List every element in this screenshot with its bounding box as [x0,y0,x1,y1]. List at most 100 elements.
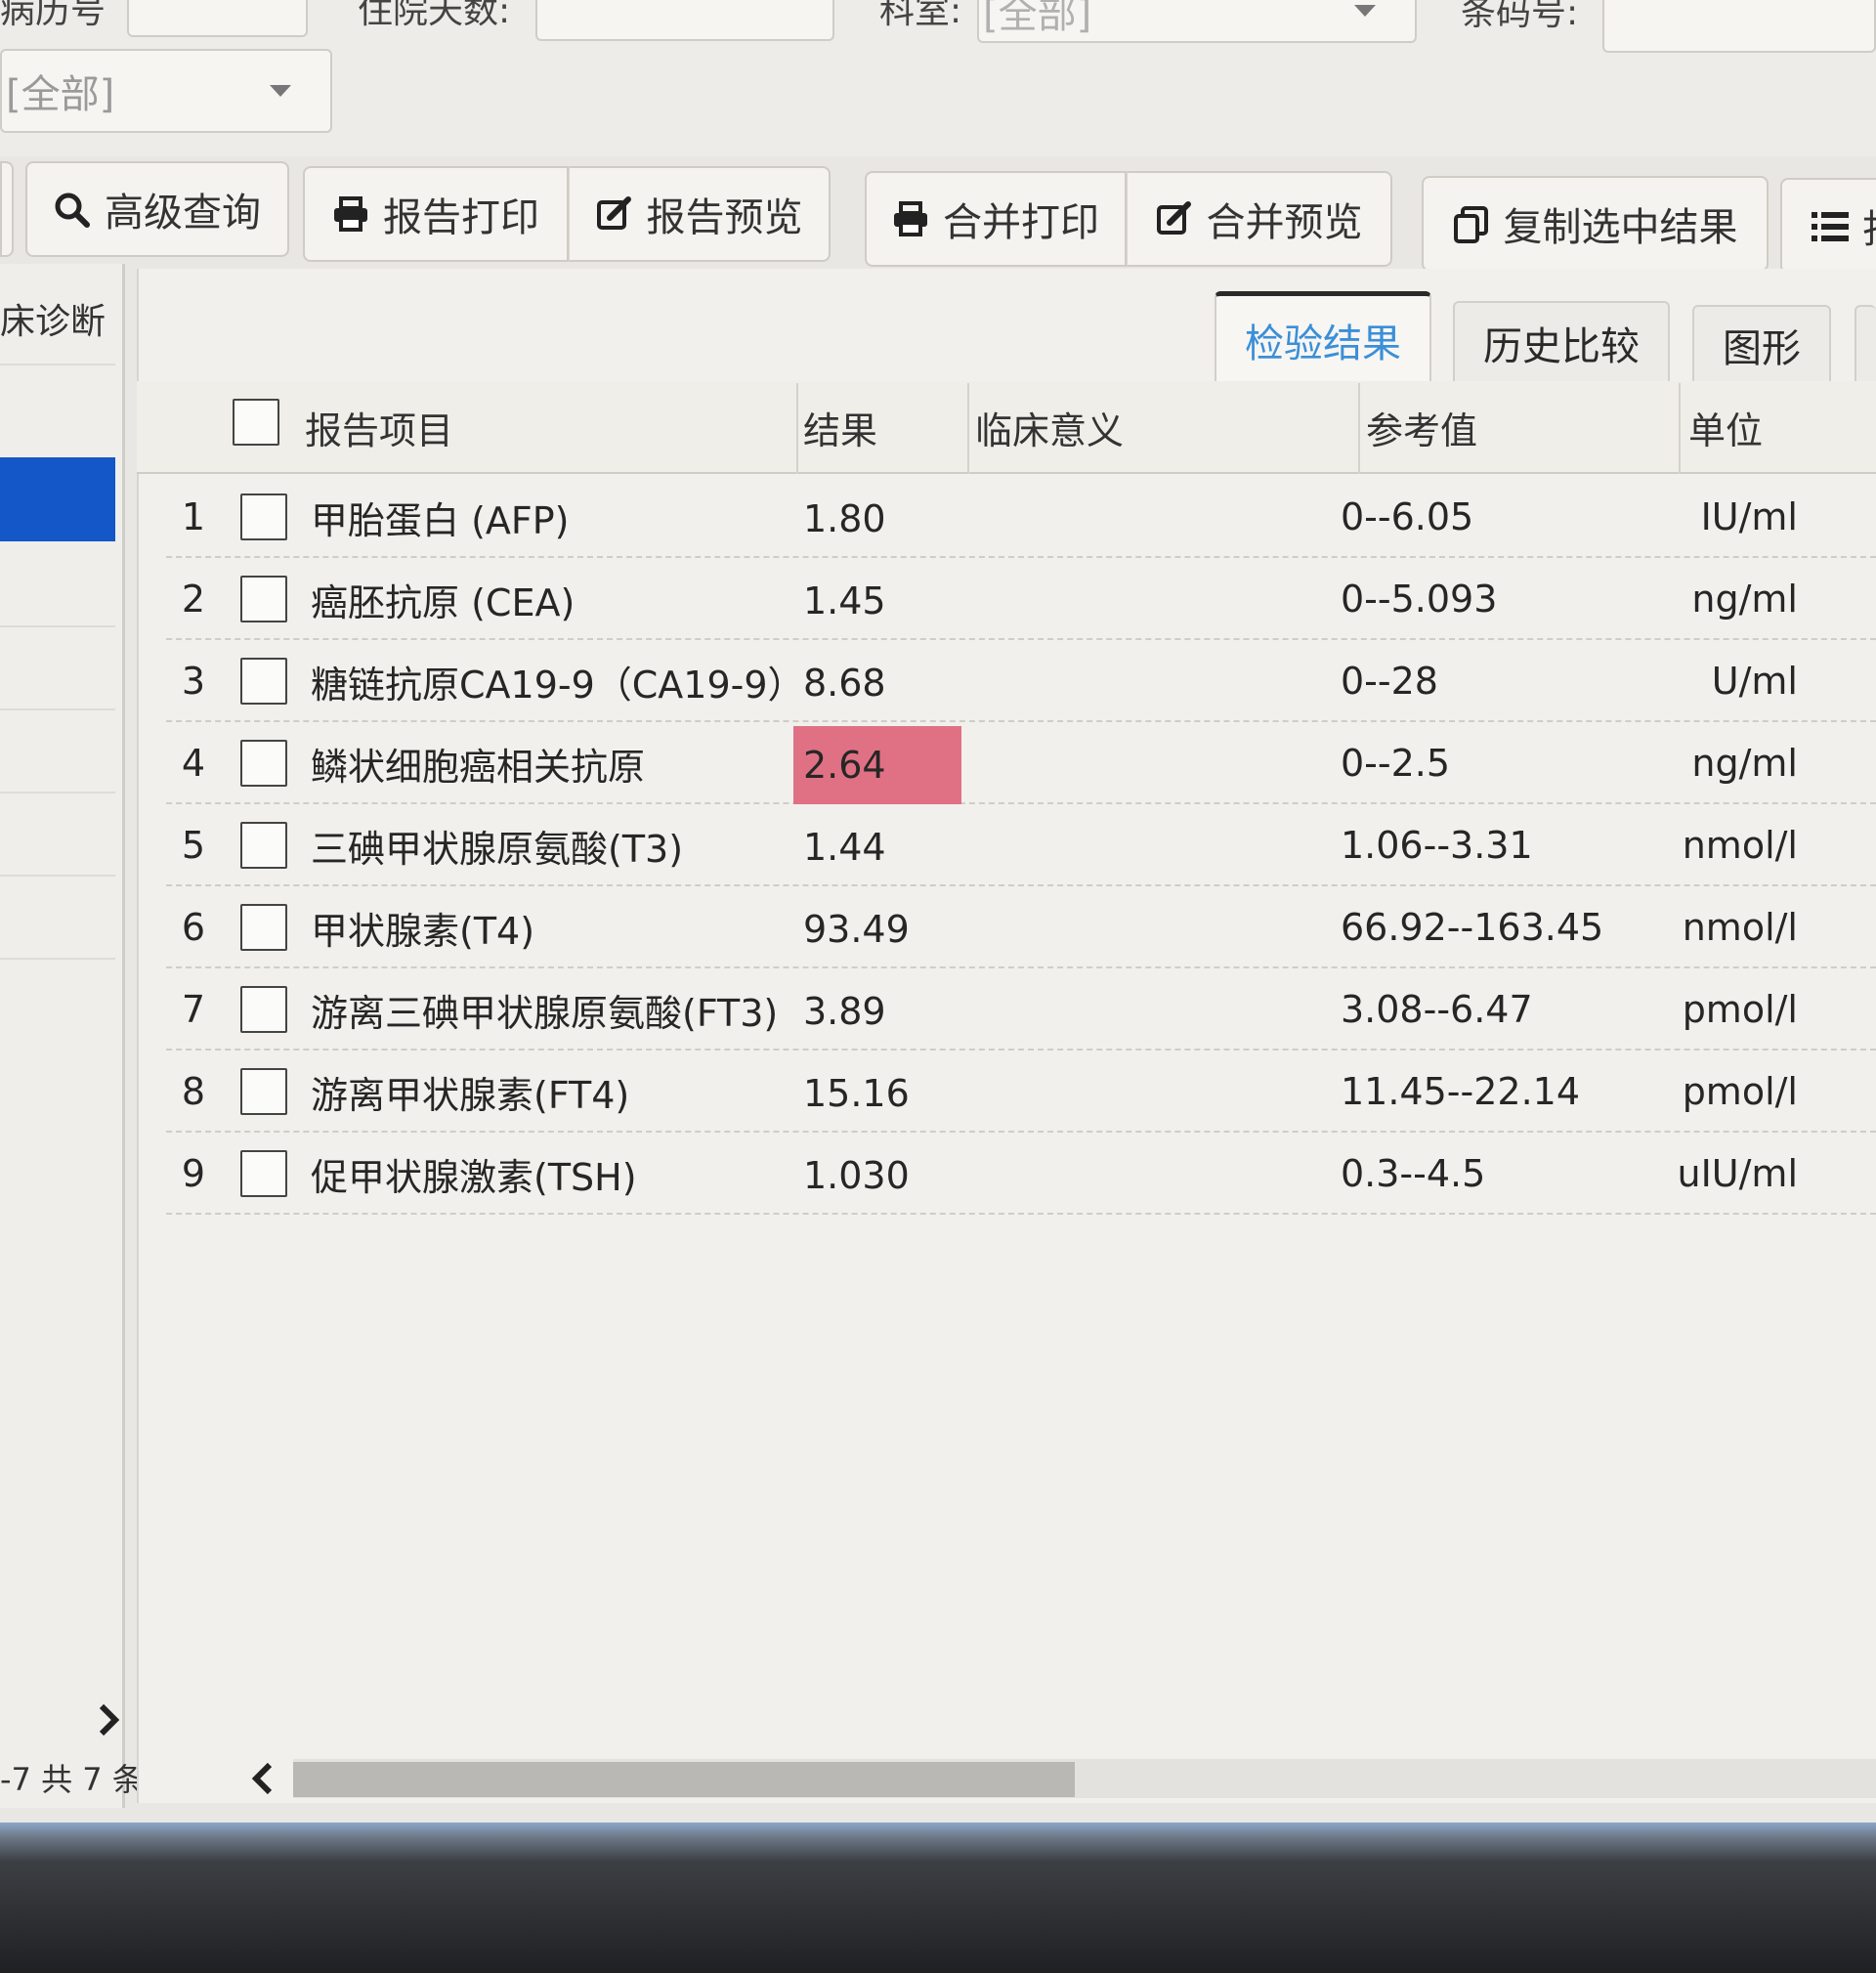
tab-test-results[interactable]: 检验结果 [1215,291,1431,383]
left-column-header: 床诊断 [0,302,107,342]
chevron-down-icon [1354,5,1376,17]
cell-reference: 0.3--4.5 [1341,1152,1486,1195]
report-print-button[interactable]: 报告打印 [303,166,569,262]
toolbar-hidden-button[interactable] [0,161,14,257]
advanced-query-label: 高级查询 [105,191,261,236]
stay-days-input[interactable] [535,0,834,41]
merge-print-button[interactable]: 合并打印 [865,171,1127,267]
cell-unit: ng/ml [1691,742,1798,785]
row-number: 3 [181,660,206,703]
cell-reference: 1.06--3.31 [1341,824,1533,867]
cell-result: 15.16 [803,1072,910,1115]
filter-label-barcode: 条码号: [1461,0,1579,33]
cell-unit: pmol/l [1682,988,1798,1031]
tab-more[interactable] [1855,305,1876,383]
cell-unit: pmol/l [1682,1070,1798,1113]
tab-history-compare-label: 历史比较 [1483,324,1640,369]
row-checkbox[interactable] [240,986,287,1033]
tab-history-compare[interactable]: 历史比较 [1453,301,1670,383]
cell-unit: nmol/l [1682,906,1798,949]
cell-item-name: 鳞状细胞癌相关抗原 [311,745,646,789]
row-checkbox[interactable] [240,1068,287,1115]
cell-unit: ng/ml [1691,578,1798,621]
column-separator[interactable] [1679,383,1681,474]
printer-icon [892,201,929,236]
cell-result: 1.030 [803,1154,910,1197]
row-number: 6 [181,906,206,949]
row-number: 2 [181,578,206,621]
row-checkbox[interactable] [240,904,287,951]
left-filter-select[interactable]: [全部] [0,49,332,133]
horizontal-scrollbar-thumb[interactable] [293,1762,1075,1797]
merge-preview-button[interactable]: 合并预览 [1127,171,1392,267]
printer-icon [332,196,369,232]
row-checkbox[interactable] [240,576,287,622]
row-checkbox[interactable] [240,658,287,705]
row-number: 1 [181,495,206,538]
row-checkbox[interactable] [240,493,287,540]
cell-reference: 3.08--6.47 [1341,988,1533,1031]
record-no-input[interactable] [127,0,308,37]
more-actions-label: 打 [1862,197,1876,254]
cell-item-name: 游离三碘甲状腺原氨酸(FT3) [311,991,779,1035]
chevron-right-icon[interactable] [94,1700,123,1739]
column-header-clinical-significance[interactable]: 临床意义 [975,381,1124,474]
select-all-checkbox[interactable] [233,399,279,446]
divider [0,875,115,877]
cell-unit: IU/ml [1700,495,1798,538]
cell-result: 8.68 [803,662,886,705]
report-preview-button[interactable]: 报告预览 [569,166,831,262]
column-header-result[interactable]: 结果 [803,381,877,474]
row-checkbox[interactable] [240,1150,287,1197]
more-actions-button[interactable]: 打 [1780,178,1876,274]
cell-item-name: 促甲状腺激素(TSH) [311,1155,637,1199]
barcode-input[interactable] [1602,0,1876,53]
cell-unit: nmol/l [1682,824,1798,867]
column-separator[interactable] [796,383,798,474]
row-number: 9 [181,1152,206,1195]
cell-unit: U/ml [1711,660,1798,703]
search-icon [54,192,91,228]
dept-select-value: [全部] [983,0,1092,37]
merge-print-label: 合并打印 [943,200,1099,245]
row-number: 7 [181,988,206,1031]
column-header-reference[interactable]: 参考值 [1366,381,1477,474]
tab-test-results-label: 检验结果 [1245,321,1401,366]
cell-item-name: 甲胎蛋白 (AFP) [311,498,570,542]
report-preview-label: 报告预览 [646,195,803,240]
tab-graph[interactable]: 图形 [1692,305,1831,383]
column-separator[interactable] [1358,383,1360,474]
filter-label-record-no: 病历号 [0,0,107,31]
cell-result: 1.44 [803,826,886,869]
screen-bezel [0,1823,1876,1973]
merge-preview-label: 合并预览 [1206,200,1363,245]
divider [0,958,115,960]
row-checkbox[interactable] [240,822,287,869]
cell-item-name: 游离甲状腺素(FT4) [311,1073,630,1117]
edit-icon [1156,201,1193,236]
copy-selected-results-button[interactable]: 复制选中结果 [1422,176,1769,272]
advanced-query-button[interactable]: 高级查询 [25,161,289,257]
dept-select[interactable]: [全部] [977,0,1417,43]
divider [0,708,115,710]
report-print-label: 报告打印 [383,195,539,240]
cell-unit: uIU/ml [1677,1152,1798,1195]
divider [0,625,115,627]
cell-reference: 0--2.5 [1341,742,1451,785]
column-header-item[interactable]: 报告项目 [305,381,453,474]
divider [0,792,115,793]
edit-icon [596,196,633,232]
cell-result: 2.64 [793,726,961,804]
column-header-unit[interactable]: 单位 [1688,381,1763,474]
chevron-left-icon[interactable] [244,1759,283,1798]
selected-patient-row[interactable] [0,457,115,541]
column-separator[interactable] [967,383,969,474]
row-checkbox[interactable] [240,740,287,787]
tab-graph-label: 图形 [1723,326,1801,371]
cell-result: 1.45 [803,579,886,622]
cell-reference: 0--5.093 [1341,578,1498,621]
cell-item-name: 甲状腺素(T4) [311,909,535,953]
list-icon [1812,208,1849,243]
cell-result: 93.49 [803,908,910,951]
left-filter-select-value: [全部] [6,72,115,117]
